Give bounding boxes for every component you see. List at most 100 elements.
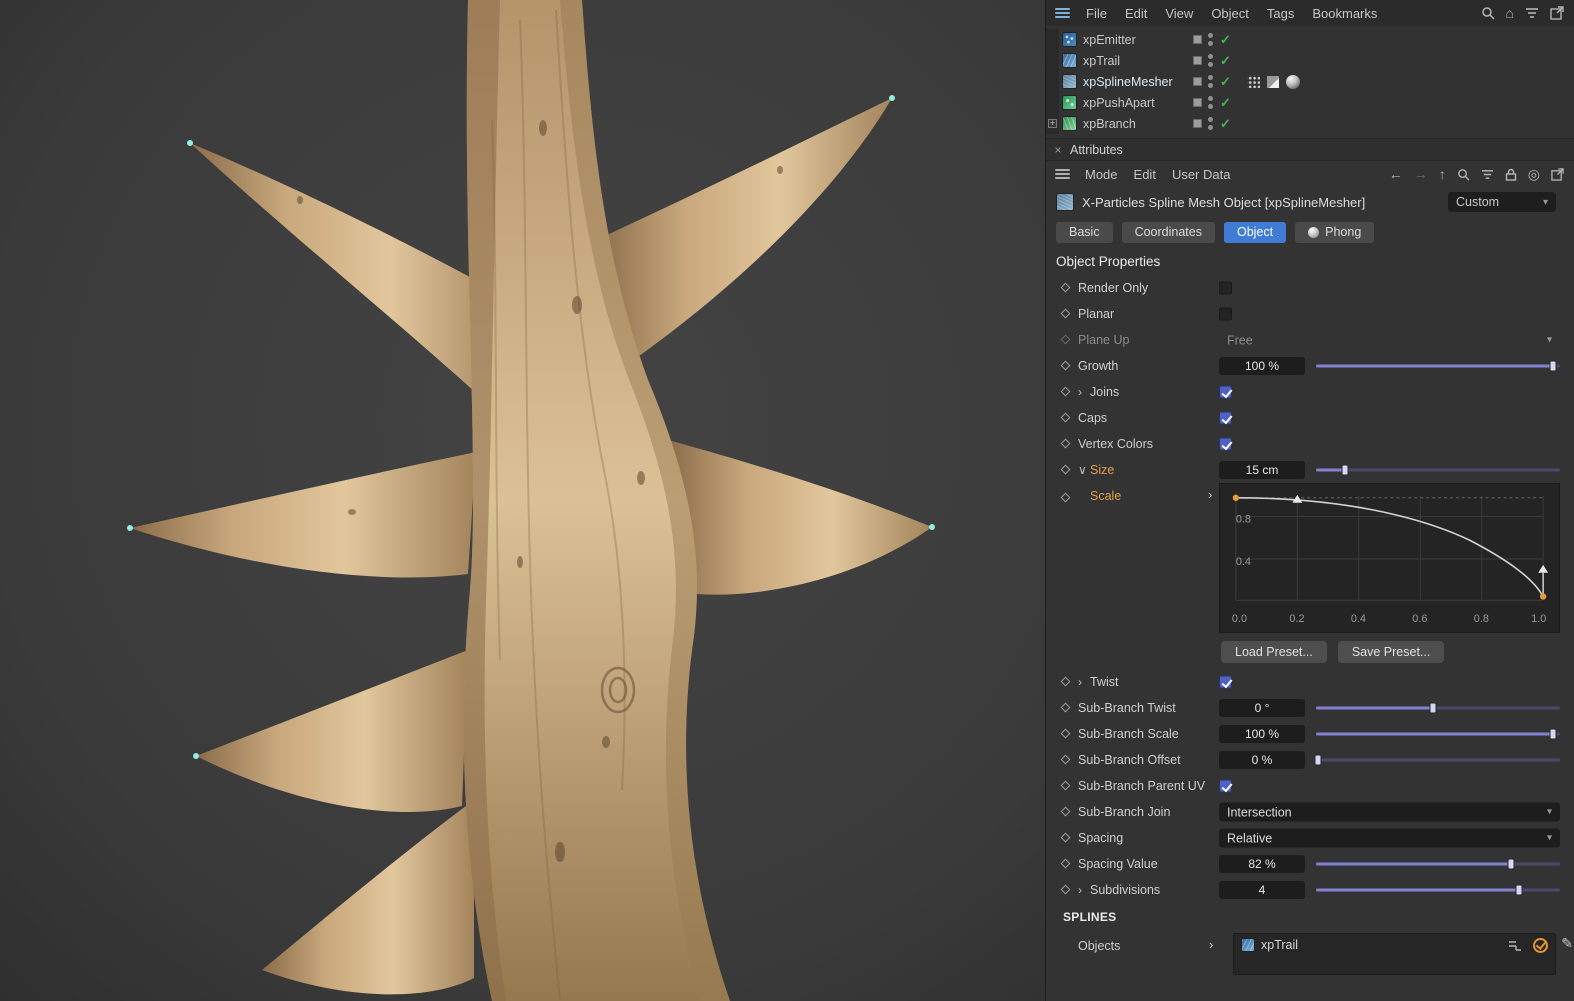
chevron-down-icon[interactable]: ∨ <box>1078 463 1087 477</box>
keyframe-diamond-icon[interactable] <box>1060 282 1071 293</box>
curve-tangent-handle[interactable] <box>1292 494 1303 503</box>
lock-icon[interactable] <box>1505 168 1517 181</box>
filter-icon[interactable] <box>1525 7 1539 19</box>
close-icon[interactable]: × <box>1046 143 1070 157</box>
growth-slider[interactable] <box>1316 359 1560 374</box>
keyframe-diamond-icon[interactable] <box>1060 676 1071 687</box>
keyframe-diamond-icon[interactable] <box>1060 308 1071 319</box>
load-preset-button[interactable]: Load Preset... <box>1221 641 1327 663</box>
chevron-right-icon[interactable]: › <box>1078 883 1082 897</box>
keyframe-diamond-icon[interactable] <box>1060 884 1071 895</box>
keyframe-diamond-icon[interactable] <box>1060 412 1071 423</box>
object-row-xptrail[interactable]: xpTrail ✓ <box>1046 50 1574 71</box>
menu-file[interactable]: File <box>1077 6 1116 21</box>
menu-bookmarks[interactable]: Bookmarks <box>1303 6 1386 21</box>
linked-object-row[interactable]: xpTrail <box>1234 934 1555 956</box>
curve-point-start[interactable] <box>1232 494 1240 501</box>
keyframe-diamond-icon[interactable] <box>1060 492 1071 503</box>
sub-branch-join-dropdown[interactable]: Intersection ▾ <box>1219 802 1560 822</box>
keyframe-diamond-icon[interactable] <box>1060 806 1071 817</box>
slider-handle[interactable] <box>1429 702 1437 714</box>
keyframe-diamond-icon[interactable] <box>1060 832 1071 843</box>
keyframe-diamond-icon[interactable] <box>1060 780 1071 791</box>
search-icon[interactable] <box>1481 6 1495 20</box>
material-ball-icon[interactable] <box>1285 74 1300 89</box>
hamburger-icon[interactable] <box>1055 8 1070 18</box>
enabled-check-icon[interactable]: ✓ <box>1220 96 1231 109</box>
keyframe-diamond-icon[interactable] <box>1060 386 1071 397</box>
enabled-check-icon[interactable]: ✓ <box>1220 54 1231 67</box>
slider-handle[interactable] <box>1515 884 1523 896</box>
sub-branch-scale-field[interactable]: 100 % <box>1219 725 1305 743</box>
scale-curve[interactable] <box>1235 497 1544 597</box>
object-name[interactable]: xpTrail <box>1083 54 1193 68</box>
menu-tags[interactable]: Tags <box>1258 6 1303 21</box>
expand-plus-icon[interactable]: + <box>1048 119 1057 128</box>
layer-chip-icon[interactable] <box>1193 98 1202 107</box>
layer-chip-icon[interactable] <box>1193 56 1202 65</box>
menu-user-data[interactable]: User Data <box>1164 167 1239 182</box>
object-row-xpemitter[interactable]: xpEmitter ✓ <box>1046 29 1574 50</box>
keyframe-diamond-icon[interactable] <box>1060 728 1071 739</box>
tab-object[interactable]: Object <box>1223 221 1287 243</box>
menu-edit[interactable]: Edit <box>1116 6 1156 21</box>
menu-mode[interactable]: Mode <box>1077 167 1126 182</box>
back-arrow-icon[interactable]: ← <box>1389 167 1403 181</box>
viewport-3d[interactable] <box>0 0 1045 1001</box>
curve-point-end[interactable] <box>1539 593 1547 600</box>
vertex-colors-checkbox[interactable] <box>1219 437 1232 451</box>
planar-checkbox[interactable] <box>1219 307 1232 321</box>
save-preset-button[interactable]: Save Preset... <box>1337 641 1445 663</box>
object-name[interactable]: xpSplineMesher <box>1083 75 1193 89</box>
layer-chip-icon[interactable] <box>1193 77 1202 86</box>
home-icon[interactable]: ⌂ <box>1506 6 1514 20</box>
keyframe-diamond-icon[interactable] <box>1060 464 1071 475</box>
new-window-icon[interactable] <box>1550 6 1564 20</box>
enabled-check-icon[interactable]: ✓ <box>1220 75 1231 88</box>
slider-handle[interactable] <box>1314 754 1322 766</box>
object-name[interactable]: xpPushApart <box>1083 96 1193 110</box>
size-slider[interactable] <box>1316 463 1560 478</box>
forward-arrow-icon[interactable]: → <box>1414 167 1428 181</box>
subdivisions-slider[interactable] <box>1316 883 1560 898</box>
display-tag-icon[interactable] <box>1266 75 1279 88</box>
dot-grid-tag-icon[interactable] <box>1246 75 1260 88</box>
linked-object-name[interactable]: xpTrail <box>1261 938 1298 952</box>
keyframe-diamond-icon[interactable] <box>1060 754 1071 765</box>
objects-link-list[interactable]: xpTrail <box>1233 933 1556 975</box>
spacing-dropdown[interactable]: Relative ▾ <box>1219 828 1560 848</box>
sub-branch-twist-field[interactable]: 0 ° <box>1219 699 1305 717</box>
menu-view[interactable]: View <box>1156 6 1202 21</box>
joins-checkbox[interactable] <box>1219 385 1232 399</box>
caps-checkbox[interactable] <box>1219 411 1232 425</box>
search-icon[interactable] <box>1457 168 1470 181</box>
preset-dropdown[interactable]: Custom ▾ <box>1448 192 1556 212</box>
menu-object[interactable]: Object <box>1202 6 1258 21</box>
target-icon[interactable]: ◎ <box>1528 167 1540 181</box>
enabled-check-icon[interactable]: ✓ <box>1220 33 1231 46</box>
twist-checkbox[interactable] <box>1219 675 1232 689</box>
visibility-dots[interactable] <box>1208 96 1213 109</box>
filter-icon[interactable] <box>1481 169 1494 180</box>
chevron-right-icon[interactable]: › <box>1209 937 1213 952</box>
slider-handle[interactable] <box>1549 728 1557 740</box>
tab-phong[interactable]: Phong <box>1295 221 1375 243</box>
sub-branch-offset-slider[interactable] <box>1314 753 1560 768</box>
slider-handle[interactable] <box>1507 858 1515 870</box>
layer-chip-icon[interactable] <box>1193 35 1202 44</box>
sub-branch-parent-uv-checkbox[interactable] <box>1219 779 1232 793</box>
object-row-xppushapart[interactable]: xpPushApart ✓ <box>1046 92 1574 113</box>
edit-pencil-icon[interactable]: ✎ <box>1561 935 1573 952</box>
visibility-dots[interactable] <box>1208 54 1213 67</box>
layer-chip-icon[interactable] <box>1193 119 1202 128</box>
chevron-right-icon[interactable]: › <box>1078 385 1082 399</box>
object-name[interactable]: xpBranch <box>1083 117 1193 131</box>
tab-basic[interactable]: Basic <box>1056 221 1113 243</box>
size-field[interactable]: 15 cm <box>1219 461 1305 479</box>
tab-coordinates[interactable]: Coordinates <box>1121 221 1215 243</box>
visibility-dots[interactable] <box>1208 75 1213 88</box>
growth-field[interactable]: 100 % <box>1219 357 1305 375</box>
visibility-dots[interactable] <box>1208 117 1213 130</box>
chevron-right-icon[interactable]: › <box>1208 487 1212 502</box>
spacing-value-slider[interactable] <box>1316 857 1560 872</box>
